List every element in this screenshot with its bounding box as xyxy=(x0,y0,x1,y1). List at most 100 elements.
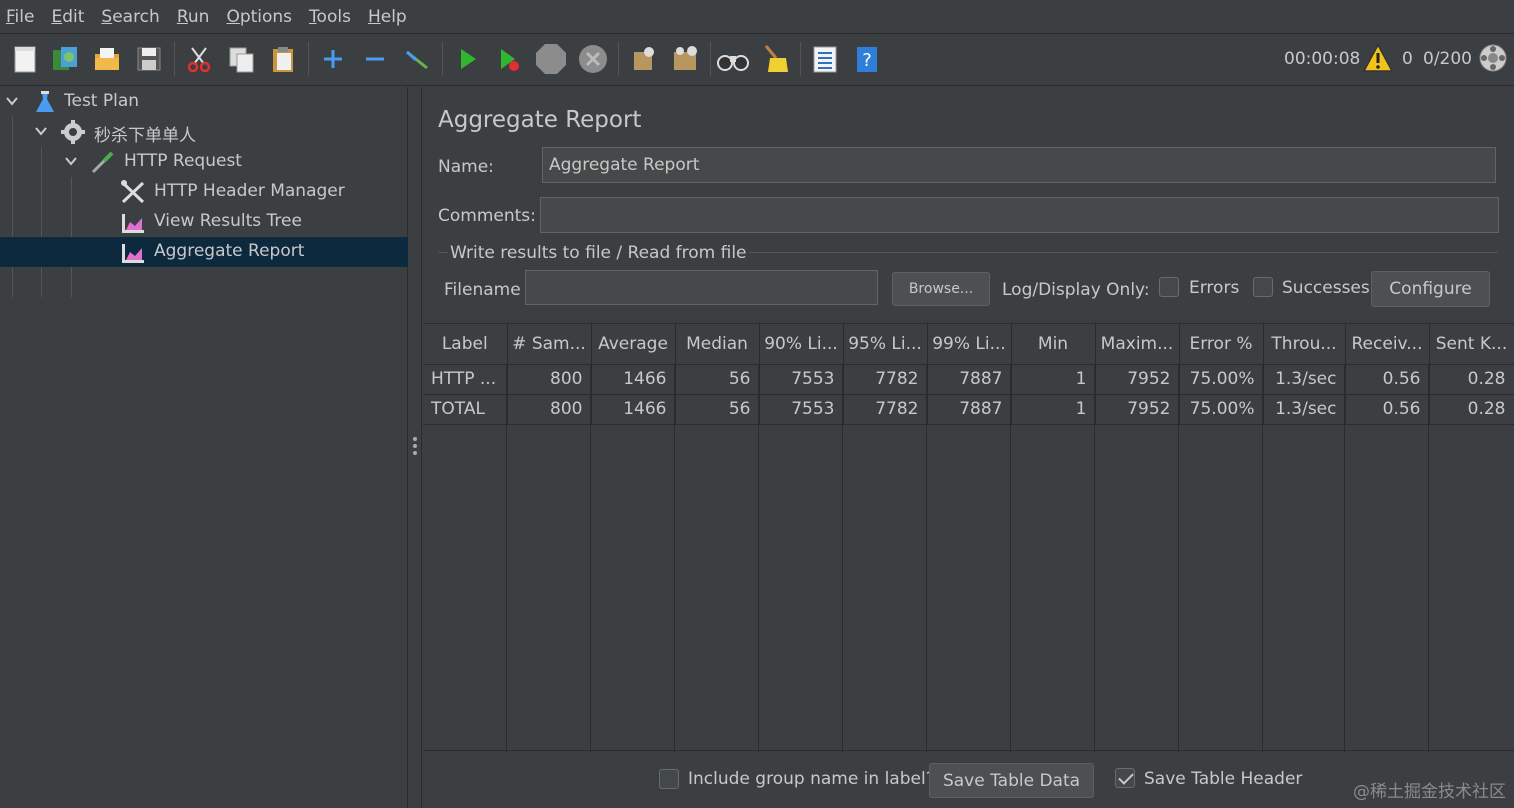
copy-icon[interactable] xyxy=(224,42,258,76)
tree-item-http-request[interactable]: HTTP Request xyxy=(0,147,408,177)
column-header[interactable]: Label xyxy=(423,324,508,365)
column-header[interactable]: Throu... xyxy=(1263,324,1346,365)
test-plan-tree: Test Plan 秒杀下单单人 HTTP Request HTTP Heade… xyxy=(0,87,408,808)
menu-options[interactable]: Options xyxy=(220,7,303,27)
table-header-row: Label # Sam... Average Median 90% Li... … xyxy=(423,324,1514,365)
svg-text:?: ? xyxy=(862,50,872,71)
menu-edit[interactable]: Edit xyxy=(45,7,95,27)
help-icon[interactable]: ? xyxy=(850,42,884,76)
clear-icon[interactable] xyxy=(626,42,660,76)
menu-file[interactable]: File xyxy=(0,7,45,27)
menu-help[interactable]: Help xyxy=(362,7,418,27)
comments-field[interactable] xyxy=(540,197,1499,233)
configure-button[interactable]: Configure xyxy=(1371,271,1490,307)
menu-tools[interactable]: Tools xyxy=(303,7,362,27)
column-header[interactable]: 99% Li... xyxy=(927,324,1012,365)
table-cell: 7887 xyxy=(927,364,1012,395)
listener-icon xyxy=(122,244,144,263)
table-cell: 1 xyxy=(1011,394,1096,425)
paste-icon[interactable] xyxy=(266,42,300,76)
filename-field[interactable] xyxy=(525,270,878,305)
config-element-icon xyxy=(121,180,145,204)
menu-bar: File Edit Search Run Options Tools Help xyxy=(0,0,1514,34)
tree-item-view-results-tree[interactable]: View Results Tree xyxy=(0,207,408,237)
name-field[interactable]: Aggregate Report xyxy=(542,147,1496,183)
toolbar: ? 00:00:08 0 0/200 xyxy=(0,34,1514,86)
panel-title: Aggregate Report xyxy=(438,107,642,133)
table-cell: 7782 xyxy=(843,394,928,425)
errors-checkbox[interactable] xyxy=(1159,277,1179,297)
start-icon[interactable] xyxy=(450,42,484,76)
include-group-label: Include group name in label? xyxy=(688,769,935,789)
open-icon[interactable] xyxy=(90,42,124,76)
table-footer: Include group name in label? Save Table … xyxy=(423,751,1514,808)
table-cell: 800 xyxy=(507,364,592,395)
save-icon[interactable] xyxy=(132,42,166,76)
column-header[interactable]: Min xyxy=(1011,324,1096,365)
column-header[interactable]: Median xyxy=(675,324,760,365)
thread-group-icon xyxy=(61,120,85,144)
include-group-checkbox[interactable] xyxy=(659,769,679,789)
cut-icon[interactable] xyxy=(182,42,216,76)
table-cell: 800 xyxy=(507,394,592,425)
start-no-pause-icon[interactable] xyxy=(492,42,526,76)
remote-engines-icon[interactable] xyxy=(1478,43,1508,78)
chevron-down-icon[interactable] xyxy=(34,124,48,138)
column-header[interactable]: Maxim... xyxy=(1095,324,1180,365)
save-table-header-label: Save Table Header xyxy=(1144,769,1303,789)
shutdown-icon[interactable] xyxy=(576,42,610,76)
stop-icon[interactable] xyxy=(534,42,568,76)
search-icon[interactable] xyxy=(716,42,750,76)
successes-label: Successes xyxy=(1282,278,1370,298)
menu-run[interactable]: Run xyxy=(171,7,221,27)
expand-icon[interactable] xyxy=(316,42,350,76)
column-header[interactable]: Receiv... xyxy=(1345,324,1430,365)
successes-checkbox[interactable] xyxy=(1253,277,1273,297)
clear-all-icon[interactable] xyxy=(668,42,702,76)
table-cell: 75.00% xyxy=(1179,394,1264,425)
chevron-down-icon[interactable] xyxy=(5,94,19,108)
warning-icon[interactable] xyxy=(1362,43,1394,78)
tree-item-aggregate-report[interactable]: Aggregate Report xyxy=(0,237,408,267)
table-cell: 0.56 xyxy=(1345,364,1430,395)
sampler-icon xyxy=(91,151,114,174)
table-cell: 1466 xyxy=(591,394,676,425)
file-group-title: Write results to file / Read from file xyxy=(448,243,749,263)
collapse-icon[interactable] xyxy=(358,42,392,76)
tree-item-test-plan[interactable]: Test Plan xyxy=(0,87,408,117)
name-label: Name: xyxy=(438,157,494,177)
results-table[interactable]: Label # Sam... Average Median 90% Li... … xyxy=(423,323,1514,752)
function-helper-icon[interactable] xyxy=(808,42,842,76)
new-icon[interactable] xyxy=(8,42,42,76)
chevron-down-icon[interactable] xyxy=(64,154,78,168)
column-header[interactable]: Error % xyxy=(1179,324,1264,365)
column-header[interactable]: 95% Li... xyxy=(843,324,928,365)
column-header[interactable]: 90% Li... xyxy=(759,324,844,365)
table-row[interactable]: HTTP ... 800 1466 56 7553 7782 7887 1 79… xyxy=(423,364,1514,395)
column-header[interactable]: Average xyxy=(591,324,676,365)
table-cell: TOTAL xyxy=(423,394,508,425)
test-plan-icon xyxy=(36,91,54,112)
table-row[interactable]: TOTAL 800 1466 56 7553 7782 7887 1 7952 … xyxy=(423,394,1514,425)
toggle-icon[interactable] xyxy=(400,42,434,76)
save-table-data-button[interactable]: Save Table Data xyxy=(929,763,1094,798)
column-header[interactable]: Sent K... xyxy=(1429,324,1514,365)
table-cell: 56 xyxy=(675,364,760,395)
save-table-header-checkbox[interactable] xyxy=(1115,768,1135,788)
tree-item-thread-group[interactable]: 秒杀下单单人 xyxy=(0,117,408,147)
templates-icon[interactable] xyxy=(48,42,82,76)
log-display-label: Log/Display Only: xyxy=(1002,280,1150,300)
comments-label: Comments: xyxy=(438,206,536,226)
column-header[interactable]: # Sam... xyxy=(507,324,592,365)
browse-button[interactable]: Browse... xyxy=(892,272,990,306)
reset-search-icon[interactable] xyxy=(758,42,792,76)
split-pane-divider[interactable] xyxy=(408,87,422,808)
menu-search[interactable]: Search xyxy=(95,7,170,27)
table-cell: HTTP ... xyxy=(423,364,508,395)
table-cell: 0.28 xyxy=(1429,394,1514,425)
table-cell: 7553 xyxy=(759,364,844,395)
active-threads: 0/200 xyxy=(1423,49,1472,69)
tree-item-http-header-manager[interactable]: HTTP Header Manager xyxy=(0,177,408,207)
watermark: @稀土掘金技术社区 xyxy=(1353,782,1506,802)
table-cell: 75.00% xyxy=(1179,364,1264,395)
